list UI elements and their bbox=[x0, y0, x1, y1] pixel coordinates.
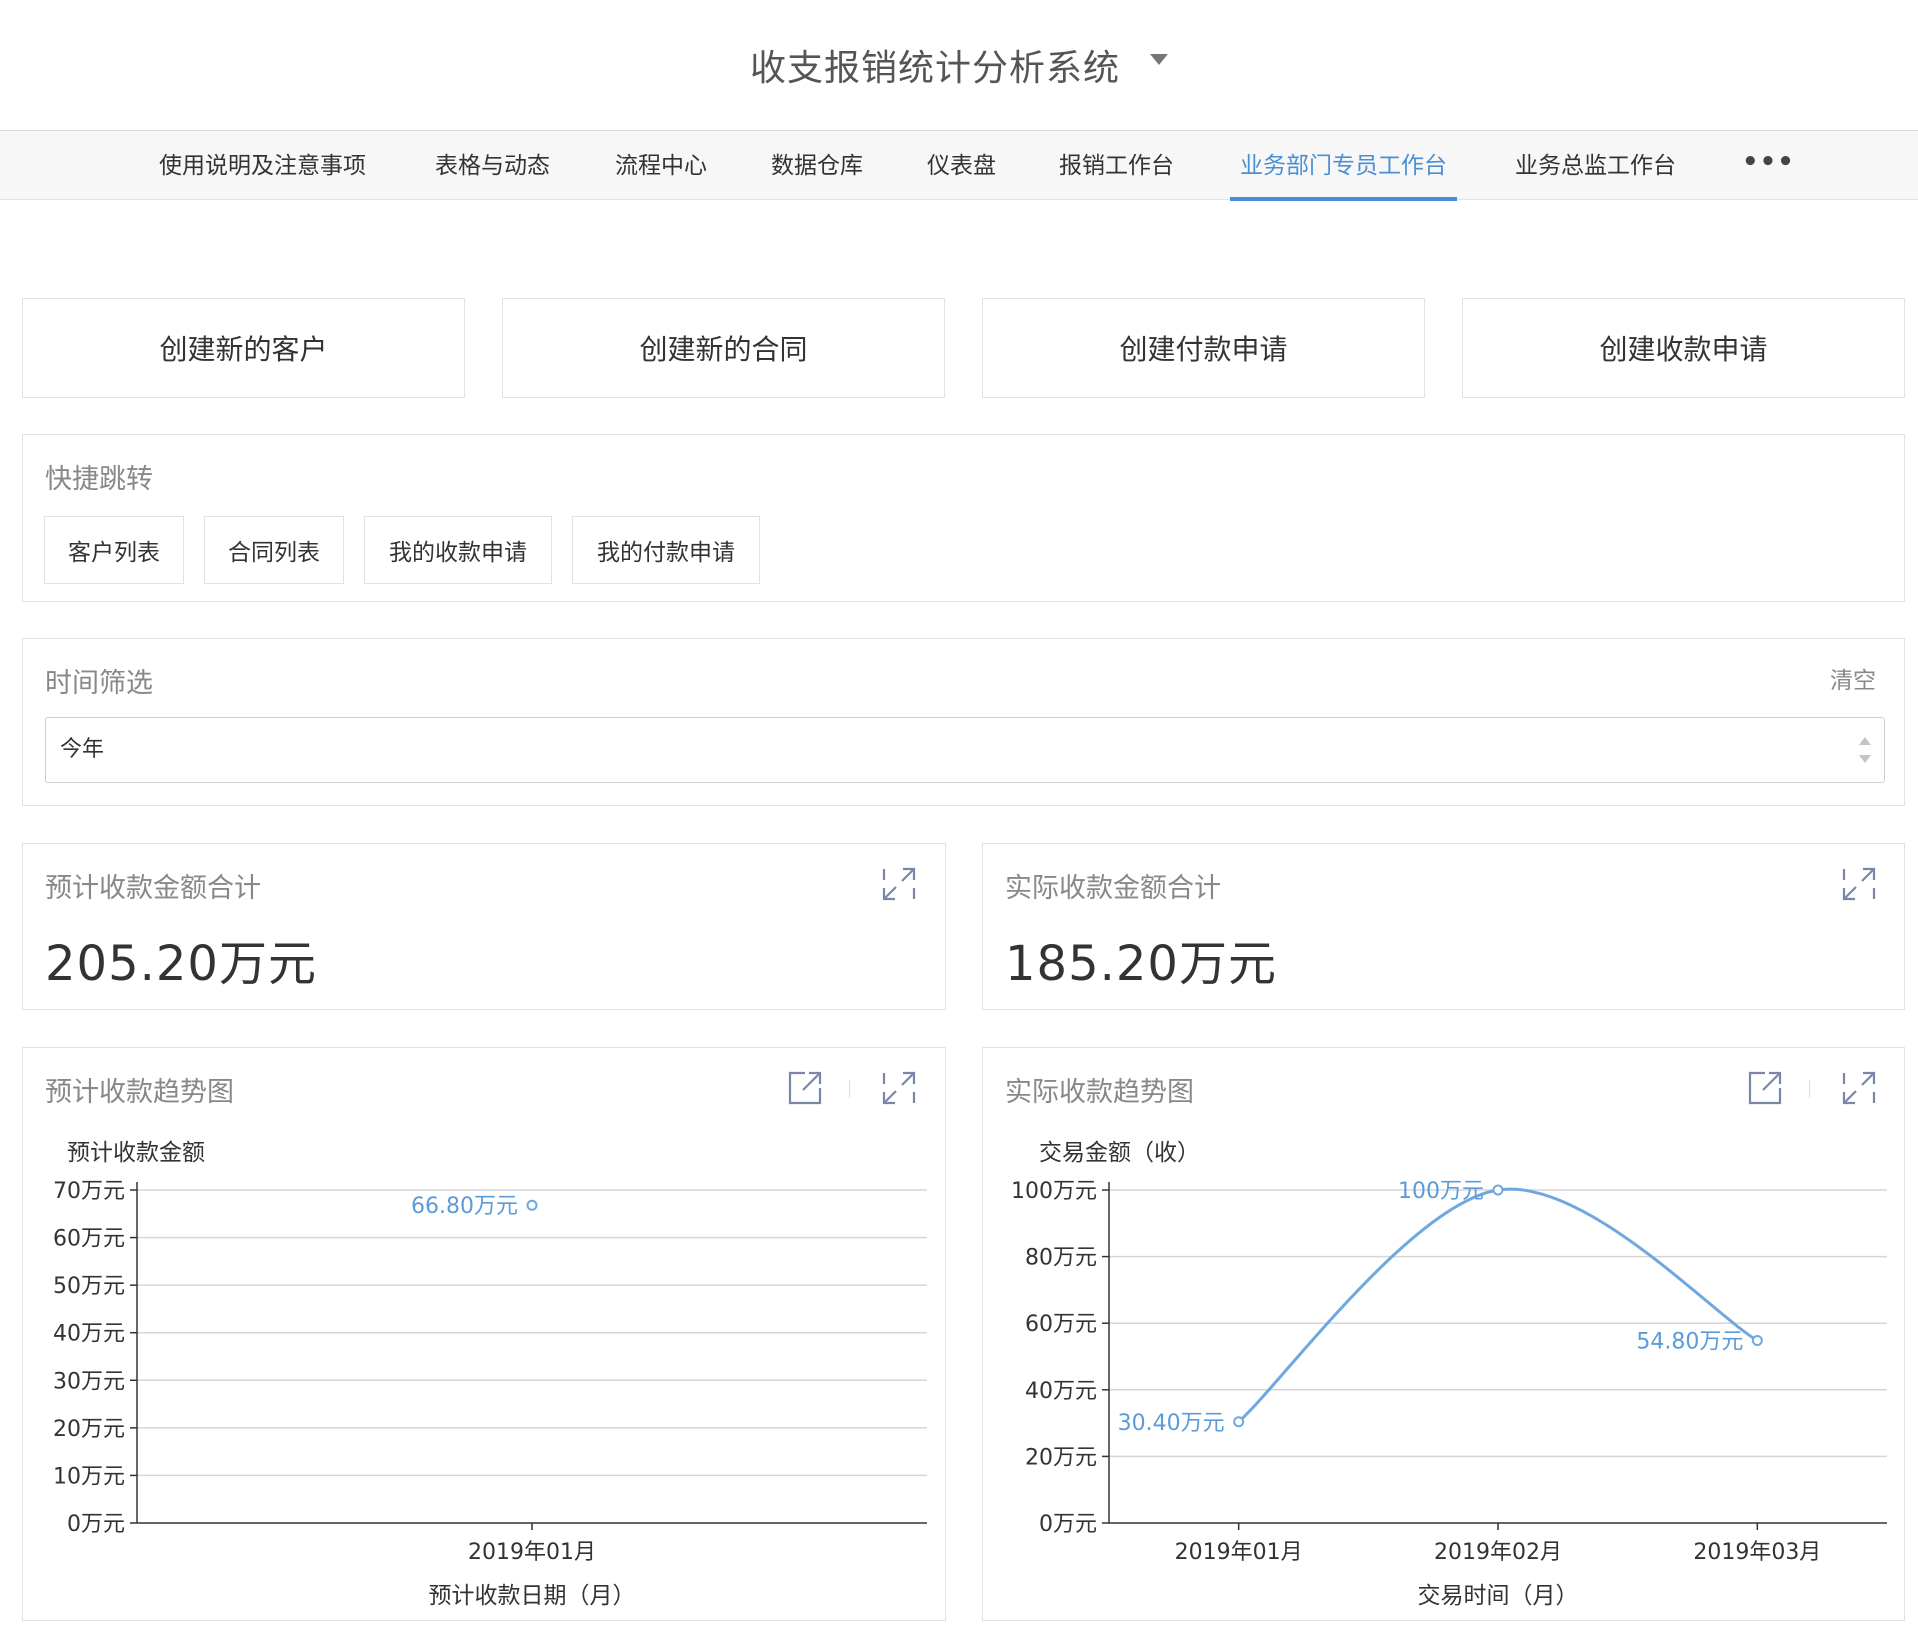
more-icon[interactable]: ••• bbox=[1742, 131, 1795, 201]
data-label: 100万元 bbox=[1398, 1179, 1484, 1204]
data-point bbox=[1492, 1184, 1504, 1196]
app-header: 收支报销统计分析系统 bbox=[0, 0, 1918, 130]
clear-filter-link[interactable]: 清空 bbox=[1830, 661, 1876, 695]
nav-item-reimbursement-workbench[interactable]: 报销工作台 bbox=[1059, 131, 1174, 201]
expected-total-card: 预计收款金额合计 205.20万元 bbox=[22, 843, 946, 1010]
y-tick-label: 20万元 bbox=[53, 1417, 125, 1442]
series-line bbox=[1237, 1187, 1759, 1423]
nav-item-workflow-center[interactable]: 流程中心 bbox=[615, 131, 707, 201]
actual-total-title: 实际收款金额合计 bbox=[1005, 873, 1221, 904]
time-filter-selected-value: 今年 bbox=[60, 737, 105, 762]
create-payment-request-button[interactable]: 创建付款申请 bbox=[982, 298, 1425, 398]
x-axis-title: 预计收款日期（月） bbox=[429, 1583, 636, 1609]
time-filter-title: 时间筛选 bbox=[45, 668, 153, 699]
data-point bbox=[1751, 1335, 1763, 1347]
nav-item-director-workbench[interactable]: 业务总监工作台 bbox=[1515, 131, 1676, 201]
y-axis-title: 交易金额（收） bbox=[1039, 1140, 1200, 1166]
data-point bbox=[526, 1199, 538, 1211]
my-payment-requests-button[interactable]: 我的付款申请 bbox=[572, 516, 760, 584]
app-title[interactable]: 收支报销统计分析系统 bbox=[750, 39, 1120, 91]
expected-total-value: 205.20万元 bbox=[45, 936, 317, 992]
actual-trend-chart: 交易金额（收） 0万元 20万元 40万元 60万元 80万元 100万元 2019年01月 2… bbox=[1011, 1140, 1887, 1609]
actual-total-value: 185.20万元 bbox=[1005, 936, 1277, 992]
y-tick-label: 100万元 bbox=[1011, 1179, 1097, 1204]
chevron-down-icon[interactable] bbox=[1150, 53, 1168, 65]
contract-list-button[interactable]: 合同列表 bbox=[204, 516, 344, 584]
y-tick-label: 10万元 bbox=[53, 1464, 125, 1489]
y-tick-label: 60万元 bbox=[1025, 1312, 1097, 1337]
expected-trend-chart: 预计收款金额 0万元 10万元 20万元 30万元 40万元 50万元 60万元 70万元 201… bbox=[53, 1140, 927, 1609]
x-tick-label: 2019年01月 bbox=[1175, 1540, 1303, 1565]
y-tick-label: 70万元 bbox=[53, 1179, 125, 1204]
expected-total-title: 预计收款金额合计 bbox=[45, 873, 261, 904]
time-filter-select[interactable]: 今年 bbox=[45, 717, 1885, 783]
fullscreen-icon[interactable] bbox=[879, 864, 919, 904]
y-tick-label: 0万元 bbox=[67, 1512, 125, 1537]
create-receipt-request-button[interactable]: 创建收款申请 bbox=[1462, 298, 1905, 398]
data-label: 30.40万元 bbox=[1118, 1411, 1225, 1436]
y-tick-label: 30万元 bbox=[53, 1369, 125, 1394]
select-arrows-icon bbox=[1858, 734, 1872, 766]
x-axis-title: 交易时间（月） bbox=[1418, 1583, 1579, 1609]
customer-list-button[interactable]: 客户列表 bbox=[44, 516, 184, 584]
expected-trend-card: 预计收款趋势图 预计收款金额 0万元 10万元 20万元 30万元 40万元 50万元 60万… bbox=[22, 1047, 946, 1621]
y-tick-label: 0万元 bbox=[1039, 1512, 1097, 1537]
nav-item-dept-specialist-workbench[interactable]: 业务部门专员工作台 bbox=[1230, 131, 1457, 201]
top-nav: 使用说明及注意事项 表格与动态 流程中心 数据仓库 仪表盘 报销工作台 业务部门… bbox=[0, 130, 1918, 201]
data-point bbox=[1233, 1416, 1245, 1428]
my-receipt-requests-button[interactable]: 我的收款申请 bbox=[364, 516, 552, 584]
x-tick-label: 2019年02月 bbox=[1434, 1540, 1562, 1565]
nav-item-tables-and-activity[interactable]: 表格与动态 bbox=[435, 131, 550, 201]
x-tick-label: 2019年01月 bbox=[468, 1540, 596, 1565]
y-tick-label: 40万元 bbox=[1025, 1379, 1097, 1404]
nav-item-usage-notes[interactable]: 使用说明及注意事项 bbox=[159, 131, 366, 201]
nav-item-data-warehouse[interactable]: 数据仓库 bbox=[771, 131, 863, 201]
nav-item-dashboard[interactable]: 仪表盘 bbox=[927, 131, 996, 201]
y-tick-label: 50万元 bbox=[53, 1274, 125, 1299]
y-axis-title: 预计收款金额 bbox=[67, 1140, 205, 1166]
data-label: 66.80万元 bbox=[411, 1194, 518, 1219]
data-label: 54.80万元 bbox=[1636, 1330, 1743, 1355]
y-tick-label: 20万元 bbox=[1025, 1445, 1097, 1470]
y-tick-label: 40万元 bbox=[53, 1322, 125, 1347]
create-customer-button[interactable]: 创建新的客户 bbox=[22, 298, 465, 398]
quick-jump-title: 快捷跳转 bbox=[45, 464, 153, 495]
create-contract-button[interactable]: 创建新的合同 bbox=[502, 298, 945, 398]
fullscreen-icon[interactable] bbox=[1839, 864, 1879, 904]
y-tick-label: 60万元 bbox=[53, 1227, 125, 1252]
actual-total-card: 实际收款金额合计 185.20万元 bbox=[982, 843, 1905, 1010]
time-filter-panel: 时间筛选 清空 今年 bbox=[22, 638, 1905, 806]
y-tick-label: 80万元 bbox=[1025, 1246, 1097, 1271]
actual-trend-card: 实际收款趋势图 交易金额（收） 0万元 20万元 40万元 60万元 80万元 100万元 2… bbox=[982, 1047, 1905, 1621]
x-tick-label: 2019年03月 bbox=[1693, 1540, 1821, 1565]
